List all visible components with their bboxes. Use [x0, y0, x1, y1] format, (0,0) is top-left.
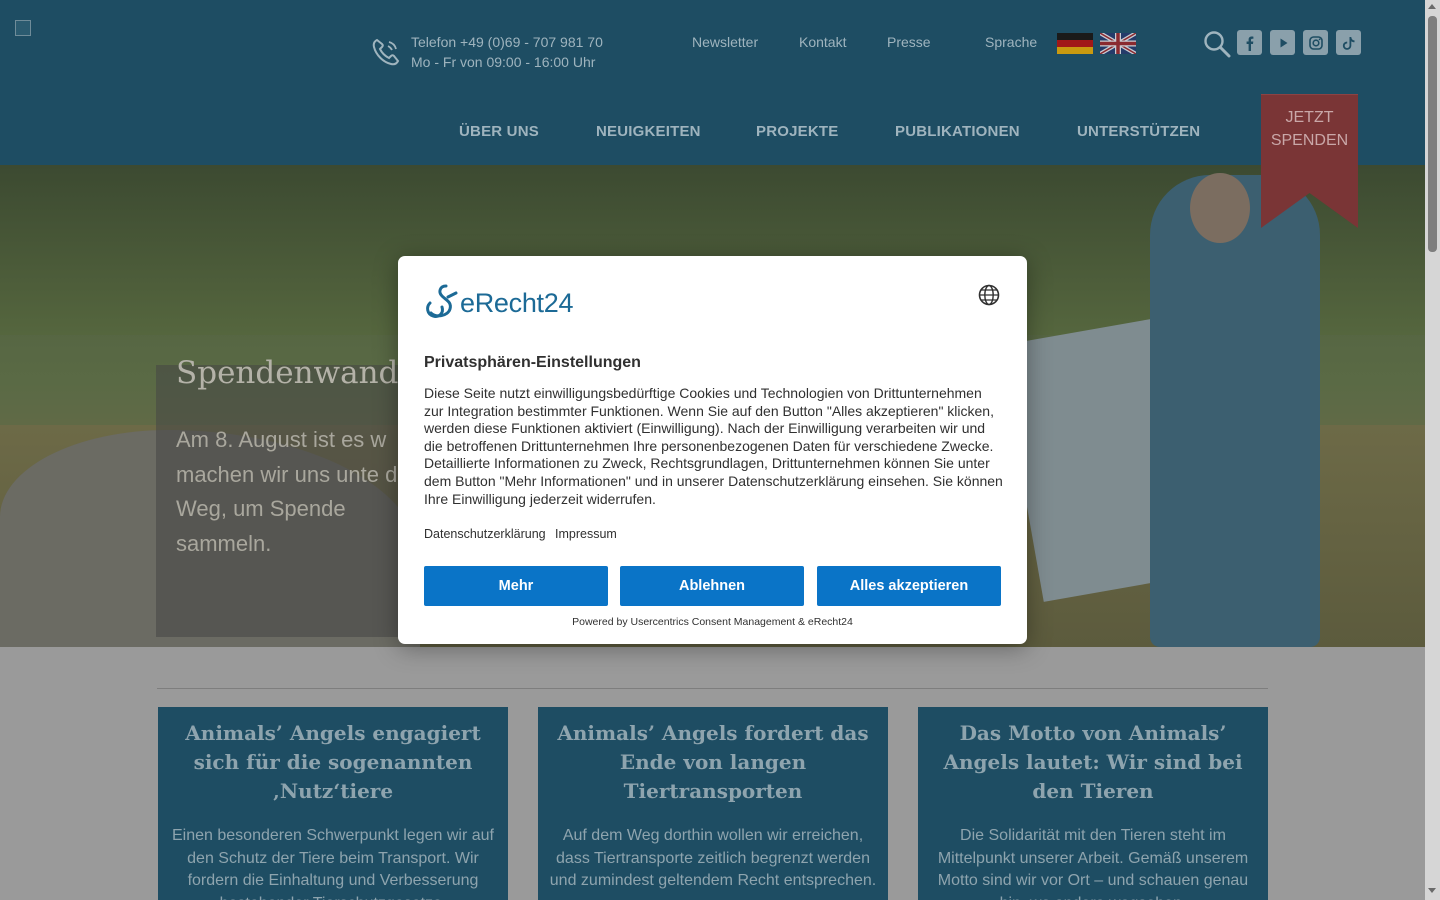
top-link-presse[interactable]: Presse	[887, 34, 931, 50]
youtube-icon[interactable]	[1270, 30, 1295, 55]
more-button[interactable]: Mehr	[424, 566, 608, 606]
hero-image-head	[1190, 173, 1250, 243]
tiktok-icon[interactable]	[1336, 30, 1361, 55]
donate-button[interactable]: JETZT SPENDEN	[1261, 106, 1358, 152]
de-flag-icon[interactable]	[1057, 33, 1093, 54]
hero-title: Spendenwande	[176, 355, 417, 391]
privacy-policy-link[interactable]: Datenschutzerklärung	[424, 527, 546, 541]
language-label: Sprache	[985, 34, 1038, 50]
search-icon[interactable]	[1203, 30, 1231, 58]
donate-label-line1: JETZT	[1285, 109, 1334, 126]
opening-hours: Mo - Fr von 09:00 - 16:00 Uhr	[411, 54, 596, 70]
info-card-text: Einen besonderen Schwerpunkt legen wir a…	[172, 827, 494, 900]
info-card-title: Animals’ Angels engagiert sich für die s…	[185, 721, 481, 803]
phone-icon	[372, 38, 400, 66]
consent-dialog: eRecht24 Privatsphären-Einstellungen Die…	[398, 256, 1027, 644]
content-divider	[157, 688, 1268, 689]
imprint-link[interactable]: Impressum	[555, 527, 617, 541]
nav-publikationen[interactable]: PUBLIKATIONEN	[895, 123, 1020, 140]
erecht24-logo-mark-icon	[426, 284, 458, 318]
instagram-icon[interactable]	[1303, 30, 1328, 55]
info-card-text: Auf dem Weg dorthin wollen wir erreichen…	[549, 827, 877, 890]
hero-text: Am 8. August ist es w machen wir uns unt…	[176, 427, 422, 556]
decline-button[interactable]: Ablehnen	[620, 566, 804, 606]
consent-body-text: Diese Seite nutzt einwilligungsbedürftig…	[424, 385, 1003, 507]
scroll-down-arrow-icon[interactable]	[1428, 888, 1436, 893]
powered-by-text: Powered by Usercentrics Consent Manageme…	[572, 616, 853, 628]
info-card-title: Das Motto von Animals’ Angels lautet: Wi…	[943, 721, 1243, 803]
donate-label-line2: SPENDEN	[1270, 132, 1349, 149]
nav-projekte[interactable]: PROJEKTE	[756, 123, 838, 140]
scroll-up-arrow-icon[interactable]	[1428, 4, 1436, 9]
nav-unterstuetzen[interactable]: UNTERSTÜTZEN	[1077, 123, 1200, 140]
erecht24-logo-text: eRecht24	[460, 287, 574, 318]
language-globe-icon[interactable]	[978, 284, 1000, 306]
info-card[interactable]: Das Motto von Animals’ Angels lautet: Wi…	[918, 707, 1268, 900]
consent-heading: Privatsphären-Einstellungen	[424, 354, 641, 371]
en-flag-icon[interactable]	[1100, 33, 1136, 54]
info-card-title: Animals’ Angels fordert das Ende von lan…	[557, 721, 869, 803]
nav-neuigkeiten[interactable]: NEUIGKEITEN	[596, 123, 701, 140]
phone-number[interactable]: Telefon +49 (0)69 - 707 981 70	[411, 32, 603, 52]
hero-image-person	[1150, 175, 1320, 647]
site-header: Telefon +49 (0)69 - 707 981 70 Mo - Fr v…	[0, 0, 1425, 165]
top-link-kontakt[interactable]: Kontakt	[799, 34, 846, 50]
facebook-icon[interactable]	[1237, 30, 1262, 55]
site-logo[interactable]	[15, 20, 31, 36]
info-card-text: Die Solidarität mit den Tieren steht im …	[937, 827, 1249, 900]
info-card[interactable]: Animals’ Angels fordert das Ende von lan…	[538, 707, 888, 900]
scrollbar-thumb[interactable]	[1428, 16, 1437, 252]
top-link-newsletter[interactable]: Newsletter	[692, 34, 758, 50]
info-card[interactable]: Animals’ Angels engagiert sich für die s…	[158, 707, 508, 900]
erecht24-logo: eRecht24	[424, 282, 586, 324]
nav-ueber-uns[interactable]: ÜBER UNS	[459, 123, 539, 140]
accept-all-button[interactable]: Alles akzeptieren	[817, 566, 1001, 606]
